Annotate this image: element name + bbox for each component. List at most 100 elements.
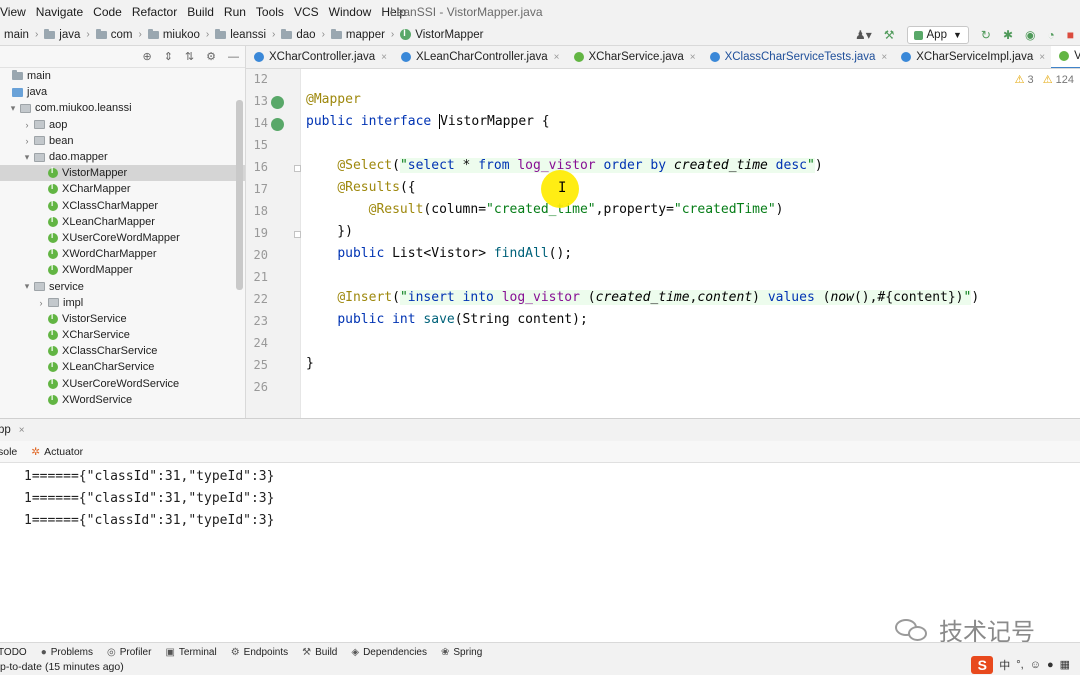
expand-arrow-icon[interactable]: ›: [36, 298, 46, 308]
close-icon[interactable]: ×: [690, 52, 696, 63]
tree-item[interactable]: XLeanCharMapper: [0, 214, 245, 230]
wechat-logo-icon: [895, 617, 931, 643]
run-title[interactable]: pp: [0, 424, 11, 436]
tree-item[interactable]: VistorMapper: [0, 165, 245, 182]
editor-tab[interactable]: VistorMapper.java×: [1051, 46, 1080, 68]
rerun-icon[interactable]: ↻: [981, 28, 991, 42]
fold-marker-icon[interactable]: [294, 165, 301, 172]
keyboard-icon[interactable]: ▦: [1060, 658, 1070, 671]
interface-icon: [48, 344, 58, 357]
close-icon[interactable]: ×: [381, 52, 387, 63]
tree-item[interactable]: main: [0, 68, 245, 84]
menu-run[interactable]: Run: [224, 5, 246, 19]
menu-code[interactable]: Code: [93, 5, 122, 19]
editor-tab[interactable]: XLeanCharController.java ×: [393, 46, 566, 68]
gear-icon[interactable]: ⚙: [206, 50, 216, 63]
tree-item[interactable]: XUserCoreWordService: [0, 376, 245, 392]
breadcrumb-label: com: [110, 28, 133, 41]
close-icon[interactable]: ×: [554, 52, 560, 63]
tree-item[interactable]: XLeanCharService: [0, 359, 245, 375]
breadcrumb-item[interactable]: dao ›: [281, 28, 331, 41]
breadcrumb-item[interactable]: VistorMapper: [400, 28, 483, 41]
code-editor[interactable]: ⚠ 3 ⚠ 124 @Mapper public interface Visto…: [301, 69, 1080, 418]
tab-console[interactable]: sole: [0, 446, 17, 458]
mic-icon[interactable]: ●: [1047, 659, 1054, 671]
tool-terminal[interactable]: ▣ Terminal: [165, 647, 216, 658]
build-hammer-icon[interactable]: ⚒: [884, 28, 895, 42]
class-icon: [709, 52, 720, 62]
fold-marker-icon[interactable]: [294, 231, 301, 238]
locate-icon[interactable]: ⊕: [142, 50, 151, 63]
expand-arrow-icon[interactable]: ›: [22, 136, 32, 146]
tree-item[interactable]: XUserCoreWordMapper: [0, 230, 245, 246]
editor-tab[interactable]: XClassCharServiceTests.java ×: [702, 46, 894, 68]
run-config-select[interactable]: App ▼: [906, 26, 969, 44]
punctuation-icon[interactable]: °,: [1016, 659, 1023, 671]
debug-bug-icon[interactable]: ✱: [1003, 28, 1013, 42]
expand-arrow-icon[interactable]: ▾: [22, 152, 32, 163]
tree-item[interactable]: XClassCharMapper: [0, 198, 245, 214]
inspection-widget[interactable]: ⚠ 3 ⚠ 124: [1015, 73, 1074, 86]
tree-item[interactable]: XCharService: [0, 327, 245, 343]
tree-item[interactable]: XWordMapper: [0, 262, 245, 278]
tool-build[interactable]: ⚒ Build: [302, 647, 337, 658]
ime-language[interactable]: 中: [999, 657, 1010, 673]
tree-item[interactable]: ▾ service: [0, 278, 245, 294]
menu-view[interactable]: View: [0, 5, 26, 19]
mybatis-gutter-icon[interactable]: [271, 118, 284, 131]
breadcrumb-item[interactable]: mapper ›: [330, 28, 400, 41]
breadcrumb-item[interactable]: java ›: [44, 28, 95, 41]
user-icon[interactable]: ♟▾: [855, 28, 872, 42]
expand-arrow-icon[interactable]: ▾: [8, 103, 18, 114]
tool-endpoints[interactable]: ⚙ Endpoints: [231, 647, 288, 658]
breadcrumb-item[interactable]: main ›: [4, 29, 44, 41]
tree-item[interactable]: XWordCharMapper: [0, 246, 245, 262]
menu-tools[interactable]: Tools: [256, 5, 284, 19]
editor-tab[interactable]: XCharService.java ×: [566, 46, 702, 68]
menu-window[interactable]: Window: [329, 5, 372, 19]
close-icon[interactable]: ×: [19, 425, 25, 436]
menu-build[interactable]: Build: [187, 5, 214, 19]
tree-item[interactable]: › impl: [0, 295, 245, 311]
tool-dependencies[interactable]: ◈ Dependencies: [351, 647, 427, 658]
menu-refactor[interactable]: Refactor: [132, 5, 177, 19]
tool-spring[interactable]: ❀ Spring: [441, 647, 482, 658]
emoji-icon[interactable]: ☺: [1030, 659, 1041, 671]
sogou-icon[interactable]: S: [971, 655, 994, 674]
tree-item[interactable]: XClassCharService: [0, 343, 245, 359]
tree-item[interactable]: ▾ dao.mapper: [0, 149, 245, 165]
profile-icon[interactable]: ◔: [1048, 28, 1055, 42]
project-scrollbar[interactable]: [236, 100, 243, 290]
tool-profiler[interactable]: ◎ Profiler: [107, 647, 151, 658]
breadcrumb-item[interactable]: leanssi ›: [215, 28, 281, 41]
mybatis-gutter-icon[interactable]: [271, 96, 284, 109]
class-icon: [1059, 51, 1070, 61]
menu-navigate[interactable]: Navigate: [36, 5, 83, 19]
tree-item[interactable]: XCharMapper: [0, 181, 245, 197]
tab-label: XCharServiceImpl.java: [916, 51, 1034, 63]
coverage-icon[interactable]: ◉: [1025, 28, 1035, 42]
close-icon[interactable]: ×: [1039, 52, 1045, 63]
editor-tab[interactable]: XCharServiceImpl.java ×: [893, 46, 1051, 68]
tool-todo[interactable]: TODO: [0, 647, 27, 658]
tree-item[interactable]: › bean: [0, 133, 245, 149]
tab-actuator[interactable]: Actuator: [44, 446, 83, 458]
minimize-icon[interactable]: —: [228, 51, 239, 63]
expand-arrow-icon[interactable]: ›: [22, 120, 32, 130]
breadcrumb-item[interactable]: miukoo ›: [147, 28, 215, 41]
editor-tab[interactable]: XCharController.java ×: [246, 46, 393, 68]
expand-arrow-icon[interactable]: ▾: [22, 281, 32, 292]
tree-item[interactable]: XWordService: [0, 392, 245, 408]
project-tool-window: ⊕ ⇕ ⇅ ⚙ — main java ▾ com.miukoo.leanssi › ao…: [0, 46, 246, 418]
close-icon[interactable]: ×: [881, 52, 887, 63]
breadcrumb-item[interactable]: com ›: [95, 28, 148, 41]
tree-item[interactable]: VistorService: [0, 311, 245, 327]
menu-vcs[interactable]: VCS: [294, 5, 319, 19]
stop-icon[interactable]: ■: [1067, 28, 1074, 42]
tool-problems[interactable]: ● Problems: [41, 647, 93, 658]
tree-item[interactable]: ▾ com.miukoo.leanssi: [0, 100, 245, 116]
collapse-all-icon[interactable]: ⇕: [164, 50, 173, 63]
tree-item[interactable]: java: [0, 84, 245, 100]
tree-item[interactable]: › aop: [0, 117, 245, 133]
expand-all-icon[interactable]: ⇅: [185, 50, 194, 63]
